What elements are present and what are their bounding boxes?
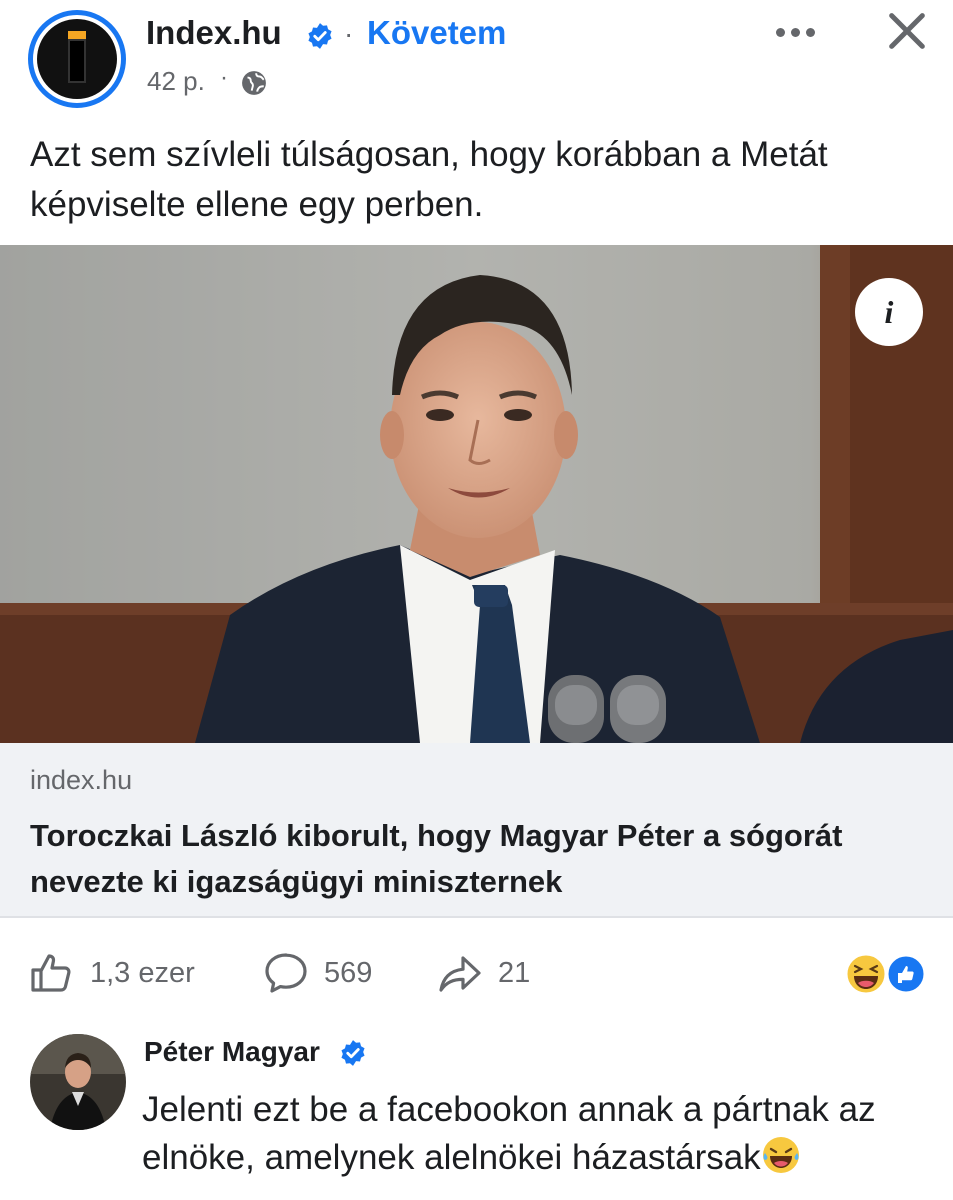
comment-text: Jelenti ezt be a facebookon annak a párt… [142, 1086, 932, 1182]
info-icon[interactable]: i [855, 278, 923, 346]
comment-button[interactable]: 569 [262, 950, 372, 996]
post-image[interactable] [0, 245, 953, 743]
share-button[interactable]: 21 [436, 950, 530, 996]
link-domain: index.hu [30, 765, 133, 795]
post-time[interactable]: 42 p. [147, 66, 205, 97]
separator-dot: · [344, 18, 354, 49]
page-avatar[interactable] [28, 10, 126, 108]
page-name[interactable]: Index.hu [146, 14, 282, 52]
more-options-icon[interactable] [776, 12, 826, 52]
haha-reaction-icon [844, 952, 888, 996]
like-reaction-icon [885, 953, 927, 995]
commenter-name[interactable]: Péter Magyar [144, 1036, 320, 1068]
link-title[interactable]: Toroczkai László kiborult, hogy Magyar P… [30, 813, 930, 905]
globe-icon [242, 71, 266, 95]
commenter-avatar[interactable] [30, 1034, 126, 1130]
laughing-tears-emoji-icon [762, 1137, 799, 1173]
politician-photo [0, 245, 953, 743]
reactions-summary[interactable] [844, 952, 928, 996]
like-count: 1,3 ezer [90, 956, 195, 989]
share-arrow-icon [439, 956, 481, 992]
post-header: Index.hu · Követem 42 p. · [0, 0, 953, 118]
action-bar: 1,3 ezer 569 21 [0, 940, 953, 1006]
meta-separator: · [220, 64, 228, 91]
comment-bubble-icon [265, 953, 307, 993]
like-button[interactable]: 1,3 ezer [28, 950, 195, 996]
verified-badge-icon [308, 23, 332, 49]
close-icon[interactable] [884, 8, 930, 54]
thumbs-up-icon [31, 954, 71, 992]
share-count: 21 [498, 956, 531, 989]
index-logo-icon [37, 19, 117, 99]
link-preview[interactable]: index.hu Toroczkai László kiborult, hogy… [0, 743, 953, 918]
post-caption: Azt sem szívleli túlságosan, hogy korább… [30, 135, 828, 224]
verified-badge-icon [341, 1040, 365, 1066]
commenter-photo [30, 1034, 126, 1130]
comment-count: 569 [324, 956, 373, 989]
follow-button[interactable]: Követem [367, 14, 506, 52]
